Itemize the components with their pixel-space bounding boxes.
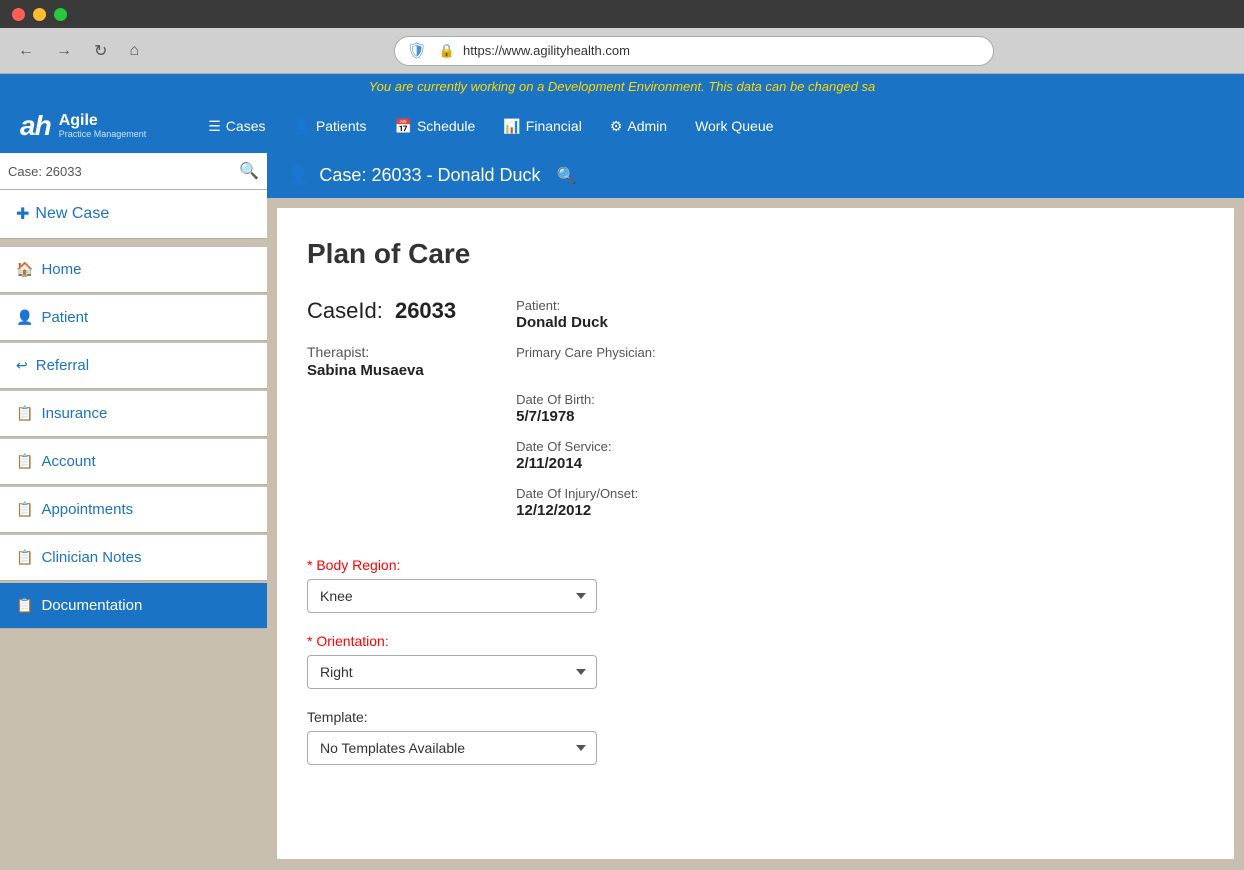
poc-patient-col: Patient: Donald Duck Primary Care Physic…	[516, 298, 716, 533]
search-bar: 🔍	[0, 153, 267, 190]
admin-icon: ⚙	[610, 118, 623, 135]
sidebar-item-insurance[interactable]: 📋 Insurance	[0, 391, 267, 437]
patient-icon: 👤	[16, 309, 33, 326]
back-button[interactable]: ←	[12, 40, 40, 62]
home-button[interactable]: ⌂	[123, 40, 145, 62]
shield-icon: 🛡	[407, 41, 427, 61]
appointments-icon: 📋	[16, 501, 33, 518]
logo-subtitle: Practice Management	[59, 130, 147, 140]
sidebar-item-referral[interactable]: ↩ Referral	[0, 343, 267, 389]
sidebar: 🔍 ✚ New Case 🏠 Home 👤 Patient ↩ Referral…	[0, 153, 267, 869]
logo-ah: ah	[20, 110, 51, 142]
documentation-icon: 📋	[16, 597, 33, 614]
nav-cases[interactable]: ☰ Cases	[196, 112, 277, 141]
reload-button[interactable]: ↻	[88, 39, 113, 63]
logo[interactable]: ah Agile Practice Management	[20, 110, 146, 142]
insurance-icon: 📋	[16, 405, 33, 422]
case-search-icon[interactable]: 🔍	[557, 166, 577, 186]
case-person-icon: 👤	[287, 165, 309, 186]
orientation-section: * Orientation: Right Left Bilateral N/A	[307, 633, 1204, 689]
poc-title: Plan of Care	[307, 238, 1204, 270]
poc-content: Plan of Care CaseId: 26033 Therapist: Sa…	[277, 208, 1234, 859]
nav-financial[interactable]: 📊 Financial	[491, 112, 593, 141]
dev-banner: You are currently working on a Developme…	[0, 74, 1244, 99]
orientation-label: * Orientation:	[307, 633, 1204, 649]
main-layout: 🔍 ✚ New Case 🏠 Home 👤 Patient ↩ Referral…	[0, 153, 1244, 869]
body-region-select[interactable]: Knee Shoulder Hip Ankle Back	[307, 579, 597, 613]
cases-icon: ☰	[208, 118, 221, 135]
logo-agile: Agile	[59, 112, 147, 130]
app-header: ah Agile Practice Management ☰ Cases 👤 P…	[0, 99, 1244, 153]
schedule-icon: 📅	[395, 118, 412, 135]
sidebar-item-home[interactable]: 🏠 Home	[0, 247, 267, 293]
case-header: 👤 Case: 26033 - Donald Duck 🔍	[267, 153, 1244, 198]
content-area: 👤 Case: 26033 - Donald Duck 🔍 Plan of Ca…	[267, 153, 1244, 869]
new-case-button[interactable]: ✚ New Case	[0, 190, 267, 239]
sidebar-item-documentation[interactable]: 📋 Documentation	[0, 583, 267, 629]
template-select[interactable]: No Templates Available	[307, 731, 597, 765]
nav-admin[interactable]: ⚙ Admin	[598, 112, 679, 141]
orientation-select[interactable]: Right Left Bilateral N/A	[307, 655, 597, 689]
main-nav: ☰ Cases 👤 Patients 📅 Schedule 📊 Financia…	[196, 112, 785, 141]
search-button[interactable]: 🔍	[239, 161, 259, 181]
address-bar: 🛡 🔒 https://www.agilityhealth.com	[394, 36, 994, 66]
clinician-notes-icon: 📋	[16, 549, 33, 566]
nav-schedule[interactable]: 📅 Schedule	[383, 112, 488, 141]
template-label: Template:	[307, 709, 1204, 725]
referral-icon: ↩	[16, 357, 28, 374]
case-header-title: Case: 26033 - Donald Duck	[319, 165, 540, 186]
body-region-section: * Body Region: Knee Shoulder Hip Ankle B…	[307, 557, 1204, 613]
home-icon: 🏠	[16, 261, 33, 278]
nav-patients[interactable]: 👤 Patients	[281, 112, 378, 141]
minimize-button[interactable]	[33, 8, 46, 21]
sidebar-item-account[interactable]: 📋 Account	[0, 439, 267, 485]
poc-caseid: CaseId: 26033	[307, 298, 456, 324]
forward-button[interactable]: →	[50, 40, 78, 62]
nav-workqueue[interactable]: Work Queue	[683, 112, 785, 140]
financial-icon: 📊	[503, 118, 520, 135]
sidebar-item-patient[interactable]: 👤 Patient	[0, 295, 267, 341]
lock-icon: 🔒	[439, 43, 455, 59]
close-button[interactable]	[12, 8, 25, 21]
account-icon: 📋	[16, 453, 33, 470]
maximize-button[interactable]	[54, 8, 67, 21]
poc-therapist: Therapist: Sabina Musaeva	[307, 344, 456, 379]
patients-icon: 👤	[293, 118, 310, 135]
template-section: Template: No Templates Available	[307, 709, 1204, 765]
browser-chrome: ← → ↻ ⌂ 🛡 🔒 https://www.agilityhealth.co…	[0, 28, 1244, 74]
url-text[interactable]: https://www.agilityhealth.com	[463, 43, 630, 58]
sidebar-nav: 🏠 Home 👤 Patient ↩ Referral 📋 Insurance …	[0, 247, 267, 629]
body-region-label: * Body Region:	[307, 557, 1204, 573]
titlebar	[0, 0, 1244, 28]
sidebar-item-appointments[interactable]: 📋 Appointments	[0, 487, 267, 533]
search-input[interactable]	[8, 164, 233, 179]
plus-icon: ✚	[16, 204, 29, 224]
sidebar-item-clinician-notes[interactable]: 📋 Clinician Notes	[0, 535, 267, 581]
